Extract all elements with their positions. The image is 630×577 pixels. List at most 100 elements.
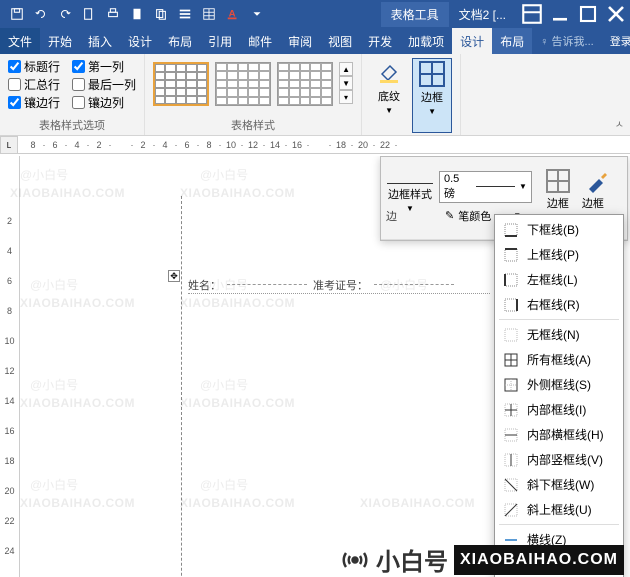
undo-icon[interactable] [30,3,52,25]
name-field[interactable] [227,284,307,285]
group-label-table-styles: 表格样式 [153,115,353,133]
bucket-icon [376,60,402,86]
table-style-2[interactable] [215,62,271,106]
border-outside-icon [503,377,519,393]
page-icon[interactable] [126,3,148,25]
qat-more-icon[interactable] [246,3,268,25]
exam-field[interactable] [374,284,454,285]
dd-diag-up-border[interactable]: 斜上框线(U) [495,497,623,522]
dd-right-border[interactable]: 右框线(R) [495,292,623,317]
menu-view[interactable]: 视图 [320,28,360,54]
exam-label: 准考证号： [313,277,368,293]
dd-bottom-border[interactable]: 下框线(B) [495,217,623,242]
menu-file[interactable]: 文件 [0,28,40,54]
menu-mail[interactable]: 邮件 [240,28,280,54]
vertical-ruler[interactable]: 24681012141618202224 [0,156,20,577]
menu-table-layout[interactable]: 布局 [492,28,532,54]
border-none-icon [503,327,519,343]
chevron-down-icon: ▼ [406,204,414,213]
window-controls [518,0,630,28]
save-icon[interactable] [6,3,28,25]
dd-inside-v-border[interactable]: 内部竖框线(V) [495,447,623,472]
footer-url: XIAOBAIHAO.COM [454,545,624,575]
border-all-icon [503,352,519,368]
dd-no-border[interactable]: 无框线(N) [495,322,623,347]
menu-home[interactable]: 开始 [40,28,80,54]
tell-me-input[interactable]: ♀ 告诉我... [532,28,601,54]
border-inside-v-icon [503,452,519,468]
menu-review[interactable]: 审阅 [280,28,320,54]
group-style-options: 标题行 第一列 汇总行 最后一列 镶边行 镶边列 表格样式选项 [0,54,145,135]
shading-button[interactable]: 底纹 ▼ [370,58,408,133]
collapse-ribbon-icon[interactable]: ㅅ [615,116,624,131]
maximize-icon[interactable] [574,0,602,28]
chk-first-col[interactable]: 第一列 [72,58,124,75]
minimize-icon[interactable] [546,0,574,28]
style-expand[interactable]: ▾ [339,90,353,104]
border-diag-up-icon [503,502,519,518]
dd-top-border[interactable]: 上框线(P) [495,242,623,267]
border-bottom-icon [503,222,519,238]
menu-developer[interactable]: 开发 [360,28,400,54]
footer-cn: 小白号 [376,542,448,577]
chk-last-col[interactable]: 最后一列 [72,76,136,93]
menu-insert[interactable]: 插入 [80,28,120,54]
style-scroll-down[interactable]: ▼ [339,76,353,90]
ribbon-options-icon[interactable] [518,0,546,28]
document-name: 文档2 [... [449,2,516,27]
pen-icon: ✎ [445,209,454,222]
form-row[interactable]: 姓名： 准考证号： [188,276,490,294]
border-inside-icon [503,402,519,418]
chk-header-row[interactable]: 标题行 [8,58,60,75]
table-icon[interactable] [198,3,220,25]
border-grid-icon [546,169,570,193]
chevron-down-icon: ▼ [428,107,436,116]
border-dropdown-menu: 下框线(B) 上框线(P) 左框线(L) 右框线(R) 无框线(N) 所有框线(… [494,214,624,577]
style-scroll-up[interactable]: ▲ [339,62,353,76]
dd-inside-h-border[interactable]: 内部横框线(H) [495,422,623,447]
menu-design[interactable]: 设计 [120,28,160,54]
redo-icon[interactable] [54,3,76,25]
dd-left-border[interactable]: 左框线(L) [495,267,623,292]
print-icon[interactable] [102,3,124,25]
chk-total-row[interactable]: 汇总行 [8,76,60,93]
new-icon[interactable] [78,3,100,25]
copy-icon[interactable] [150,3,172,25]
dd-all-border[interactable]: 所有框线(A) [495,347,623,372]
border-inside-h-icon [503,427,519,443]
dd-inside-border[interactable]: 内部框线(I) [495,397,623,422]
dd-diag-down-border[interactable]: 斜下框线(W) [495,472,623,497]
login-link[interactable]: 登录 [602,28,630,54]
quick-access-toolbar: A [0,3,268,25]
group-shading-border: 底纹 ▼ 边框 ▼ [362,54,461,135]
dd-outside-border[interactable]: 外侧框线(S) [495,372,623,397]
ruler-corner[interactable]: L [0,136,18,154]
border-weight-dropdown[interactable]: 0.5 磅▼ [439,171,532,203]
menu-table-design[interactable]: 设计 [452,28,492,54]
menu-addins[interactable]: 加载项 [400,28,452,54]
title-bar: A 表格工具 文档2 [... [0,0,630,28]
dashed-guide-line [181,196,182,577]
border-diag-down-icon [503,477,519,493]
border-group-label: 边 [386,208,397,224]
brush-icon [585,169,609,193]
border-button[interactable]: 边框 ▼ [412,58,452,133]
chk-banded-col[interactable]: 镶边列 [72,94,124,111]
border-right-icon [503,297,519,313]
table-style-1[interactable] [153,62,209,106]
table-move-handle[interactable]: ✥ [168,270,180,282]
chk-banded-row[interactable]: 镶边行 [8,94,60,111]
footer-watermark: 小白号 XIAOBAIHAO.COM [340,542,624,577]
border-left-icon [503,272,519,288]
table-style-3[interactable] [277,62,333,106]
border-top-icon [503,247,519,263]
font-color-icon[interactable]: A [222,3,244,25]
horizontal-ruler[interactable]: 8·6·4·2··2·4·6·8·10·12·14·16··18·20·22· [0,136,630,154]
group-label-style-options: 表格样式选项 [8,115,136,133]
context-tab-label: 表格工具 [381,2,449,27]
list-icon[interactable] [174,3,196,25]
workspace: 24681012141618202224 ✥ 姓名： 准考证号： 边框样式 ▼ … [0,156,630,577]
menu-layout[interactable]: 布局 [160,28,200,54]
close-icon[interactable] [602,0,630,28]
menu-references[interactable]: 引用 [200,28,240,54]
